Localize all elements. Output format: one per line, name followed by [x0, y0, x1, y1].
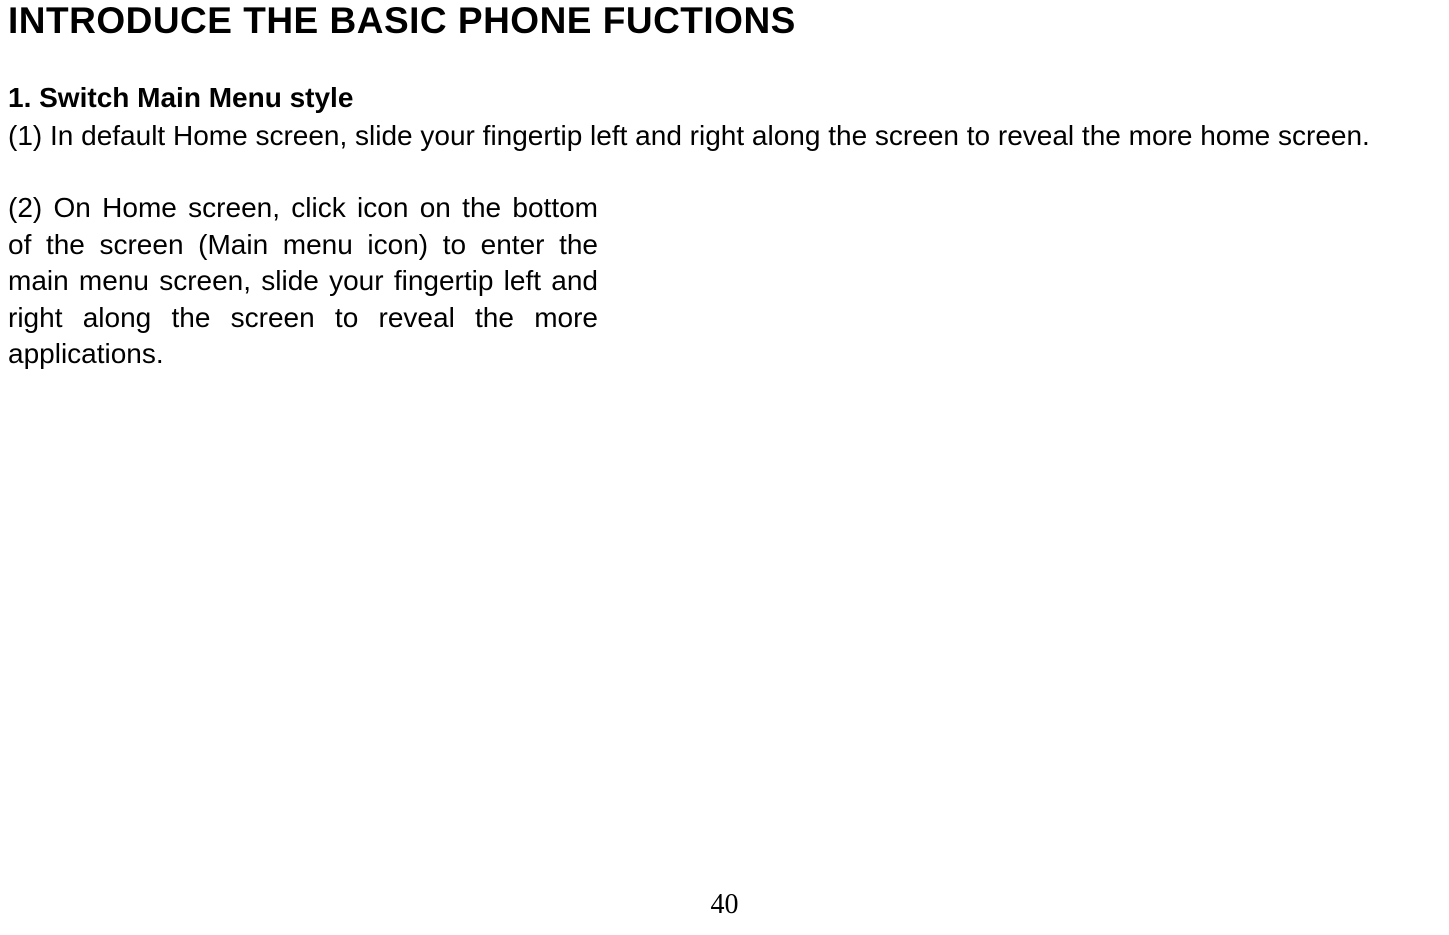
- paragraph-1: (1) In default Home screen, slide your f…: [8, 118, 1441, 154]
- page-number: 40: [711, 889, 739, 921]
- paragraph-2: (2) On Home screen, click icon on the bo…: [8, 190, 598, 372]
- page-title: INTRODUCE THE BASIC PHONE FUCTIONS: [8, 0, 1441, 42]
- section-heading: 1. Switch Main Menu style: [8, 82, 1441, 114]
